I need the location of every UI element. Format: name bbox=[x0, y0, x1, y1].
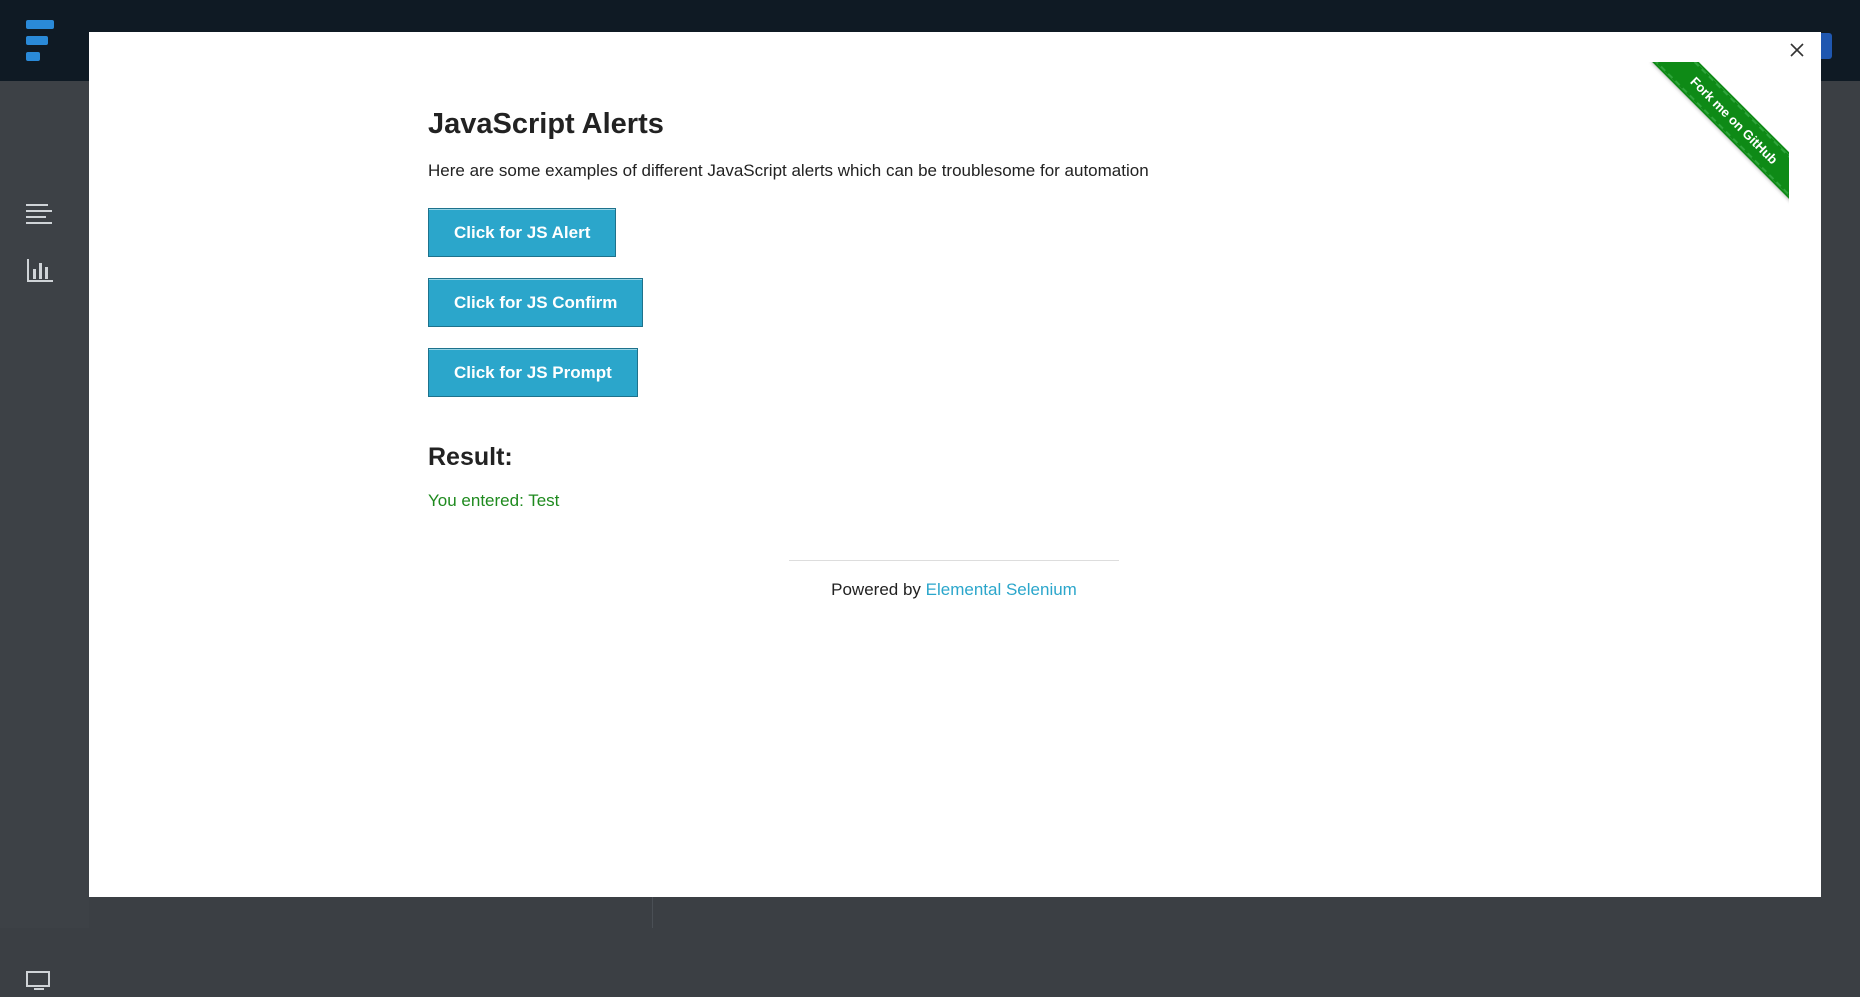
monitor-icon[interactable] bbox=[26, 971, 56, 997]
align-left-icon[interactable] bbox=[26, 203, 56, 229]
elemental-selenium-link[interactable]: Elemental Selenium bbox=[926, 580, 1077, 599]
js-confirm-button[interactable]: Click for JS Confirm bbox=[428, 278, 644, 327]
footer: Powered by Elemental Selenium bbox=[789, 580, 1119, 600]
preview-modal: Fork me on GitHub JavaScript Alerts Here… bbox=[89, 32, 1821, 897]
app-sidebar bbox=[0, 81, 89, 990]
page-description: Here are some examples of different Java… bbox=[428, 161, 1149, 180]
close-icon[interactable] bbox=[1783, 36, 1811, 64]
github-ribbon-label[interactable]: Fork me on GitHub bbox=[1651, 62, 1789, 207]
github-ribbon[interactable]: Fork me on GitHub bbox=[1644, 62, 1789, 207]
page-title: JavaScript Alerts bbox=[428, 108, 664, 140]
result-text: You entered: Test bbox=[428, 491, 560, 510]
result-heading: Result: bbox=[428, 443, 513, 471]
js-alert-button[interactable]: Click for JS Alert bbox=[428, 208, 617, 257]
footer-divider bbox=[789, 560, 1119, 561]
page-content: JavaScript Alerts Here are some examples… bbox=[428, 106, 1328, 511]
footer-prefix: Powered by bbox=[831, 580, 926, 599]
js-prompt-button[interactable]: Click for JS Prompt bbox=[428, 348, 638, 397]
bar-chart-icon[interactable] bbox=[26, 259, 56, 285]
app-logo bbox=[26, 18, 58, 62]
